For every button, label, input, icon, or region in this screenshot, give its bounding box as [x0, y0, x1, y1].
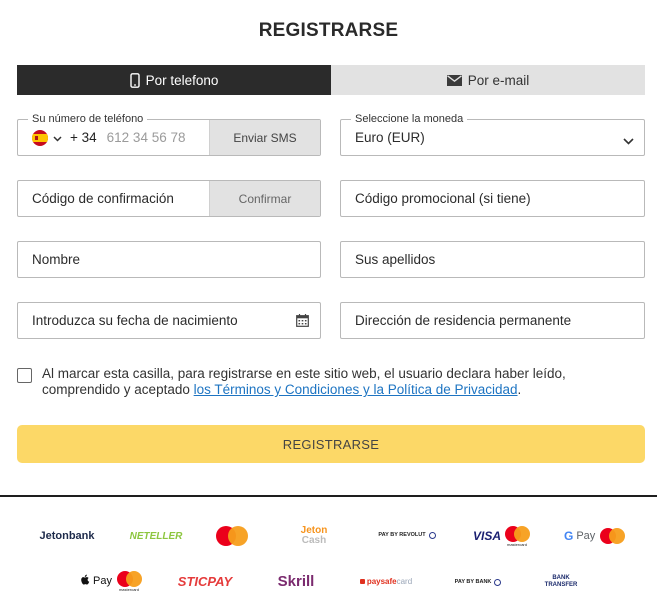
skrill-logo-text: Skrill: [277, 572, 315, 590]
visa-logo-text: VISA: [472, 529, 501, 543]
gpay-g-text: G: [564, 529, 574, 543]
neteller-logo-text: NETELLER: [129, 530, 183, 542]
phone-field: Su número de teléfono + 34 612 34 56 78 …: [17, 113, 321, 156]
register-button[interactable]: REGISTRARSE: [17, 425, 645, 463]
terms-text-end: .: [517, 382, 522, 397]
tab-email[interactable]: Por e-mail: [331, 65, 645, 95]
terms-text: Al marcar esta casilla, para registrarse…: [42, 366, 645, 398]
mastercard-logo: [216, 526, 248, 546]
paysafecard-text-2: card: [396, 576, 413, 586]
mastercard-small-logo: mastercard: [116, 570, 142, 592]
mastercard-small-logo: mastercard: [505, 525, 530, 547]
gpay-pay-text: Pay: [576, 530, 596, 542]
tab-phone[interactable]: Por telefono: [17, 65, 331, 95]
applepay-text: Pay: [93, 575, 112, 587]
skrill-logo: Skrill: [272, 570, 320, 592]
paybybank-logo: PAY BY BANK: [452, 575, 504, 589]
terms-checkbox[interactable]: [17, 368, 32, 383]
promo-code-placeholder: Código promocional (si tiene): [355, 191, 531, 206]
phone-input[interactable]: 612 34 56 78: [107, 130, 186, 145]
jetonbank-logo: Jetonbank: [38, 526, 96, 546]
currency-label: Seleccione la moneda: [351, 113, 468, 125]
spain-flag-icon: [32, 129, 48, 146]
bank-transfer-logo: BANK TRANSFER: [543, 574, 579, 590]
confirmation-code-field[interactable]: Código de confirmación Confirmar: [17, 180, 321, 217]
last-name-placeholder: Sus apellidos: [355, 252, 436, 267]
send-sms-button[interactable]: Enviar SMS: [209, 120, 320, 155]
chevron-down-icon: [53, 130, 62, 145]
terms-link[interactable]: los Términos y Condiciones y la Política…: [194, 382, 518, 397]
currency-select[interactable]: Seleccione la moneda Euro (EUR): [340, 113, 645, 156]
neteller-logo: NETELLER: [130, 526, 183, 546]
calendar-icon[interactable]: [296, 314, 309, 330]
tab-email-label: Por e-mail: [467, 72, 530, 88]
sticpay-logo-text: STICPAY: [177, 573, 233, 589]
paybybank-circle-icon: [494, 578, 502, 586]
revolut-logo-text: PAY BY REVOLUT: [378, 532, 426, 538]
chevron-down-icon: [623, 133, 634, 148]
sticpay-logo: STICPAY: [176, 571, 234, 591]
envelope-icon: [446, 74, 462, 86]
footer-divider: [0, 495, 657, 497]
mastercard-small-icon: [600, 528, 626, 544]
address-placeholder: Dirección de residencia permanente: [355, 313, 572, 328]
bank-transfer-line2: TRANSFER: [544, 582, 578, 588]
currency-value: Euro (EUR): [355, 130, 425, 145]
terms-row: Al marcar esta casilla, para registrarse…: [17, 366, 645, 398]
first-name-field[interactable]: Nombre: [17, 241, 321, 278]
birth-date-placeholder: Introduzca su fecha de nacimiento: [32, 313, 238, 328]
promo-code-field[interactable]: Código promocional (si tiene): [340, 180, 645, 217]
applepay-mastercard-logo: Pay mastercard: [81, 570, 142, 592]
phone-prefix: + 34: [70, 130, 97, 145]
paysafecard-lock-icon: [359, 578, 365, 584]
tab-phone-label: Por telefono: [145, 72, 219, 88]
country-code-selector[interactable]: + 34: [18, 129, 107, 146]
jetonbank-logo-text: Jetonbank: [39, 530, 95, 542]
confirmation-code-placeholder: Código de confirmación: [32, 191, 174, 206]
phone-field-label: Su número de teléfono: [28, 113, 148, 125]
first-name-placeholder: Nombre: [32, 252, 81, 267]
address-field[interactable]: Dirección de residencia permanente: [340, 302, 645, 339]
birth-date-field[interactable]: Introduzca su fecha de nacimiento: [17, 302, 321, 339]
revolut-circle-icon: [428, 531, 436, 539]
revolut-logo: PAY BY REVOLUT: [378, 528, 436, 542]
paybybank-logo-text: PAY BY BANK: [454, 579, 492, 585]
mastercard-caption: mastercard: [118, 586, 139, 592]
page-title: REGISTRARSE: [258, 20, 399, 41]
registration-method-tabs: Por telefono Por e-mail: [17, 65, 645, 95]
apple-icon: [81, 572, 90, 590]
gpay-mastercard-logo: G Pay: [564, 526, 626, 546]
phone-icon: [129, 72, 140, 88]
visa-mastercard-logo: VISA mastercard: [471, 524, 531, 548]
last-name-field[interactable]: Sus apellidos: [340, 241, 645, 278]
mastercard-caption: mastercard: [506, 541, 527, 547]
confirm-button[interactable]: Confirmar: [209, 181, 320, 216]
jeton-cash-logo-line2: Cash: [301, 535, 327, 546]
paysafecard-logo: paysafe card: [356, 574, 416, 588]
paysafecard-text-1: paysafe: [366, 576, 397, 586]
jeton-cash-logo: Jeton Cash: [296, 524, 332, 548]
bank-transfer-line1: BANK: [552, 575, 570, 581]
